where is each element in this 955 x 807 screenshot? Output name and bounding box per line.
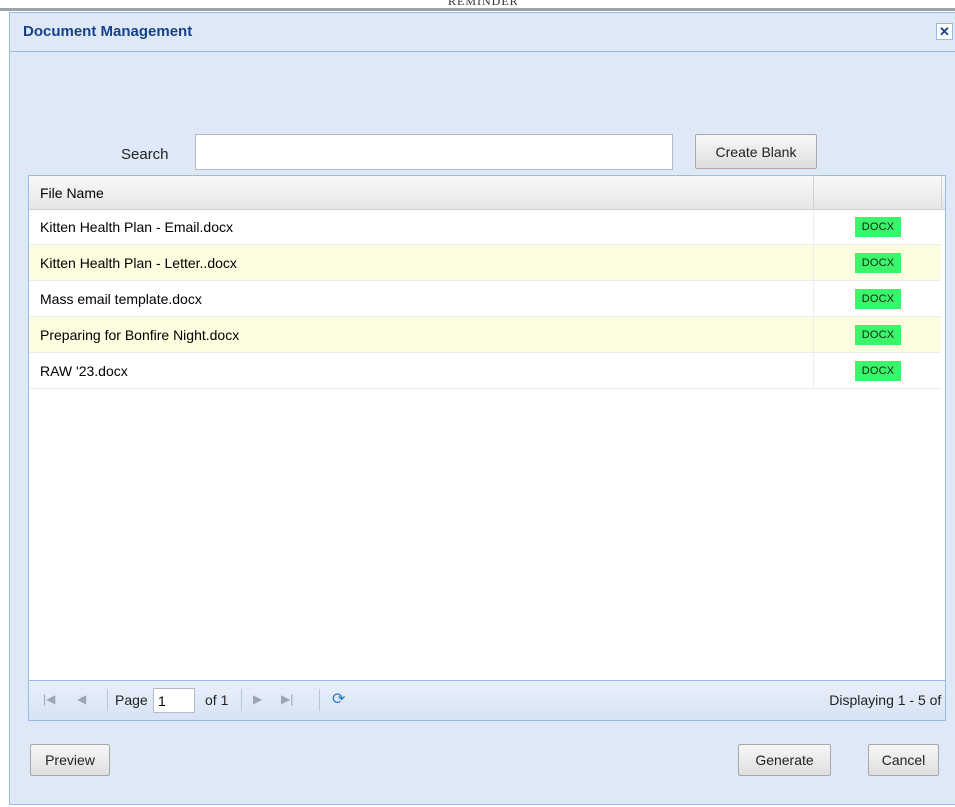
table-row[interactable]: RAW '23.docx DOCX (29, 353, 941, 389)
document-management-dialog: Document Management ✕ Search Create Blan… (9, 12, 955, 805)
file-name-cell: RAW '23.docx (40, 363, 128, 379)
refresh-icon[interactable]: ⟳ (332, 689, 345, 709)
table-row[interactable]: Kitten Health Plan - Letter..docx DOCX (29, 245, 941, 281)
docx-badge[interactable]: DOCX (855, 361, 901, 381)
title-divider (10, 51, 955, 52)
grid-rows: Kitten Health Plan - Email.docx DOCX Kit… (29, 209, 941, 389)
toolbar-separator (319, 689, 320, 711)
table-row[interactable]: Mass email template.docx DOCX (29, 281, 941, 317)
generate-button[interactable]: Generate (738, 744, 831, 776)
toolbar-separator (241, 689, 242, 711)
documents-grid: File Name Kitten Health Plan - Email.doc… (28, 175, 946, 721)
display-info: Displaying 1 - 5 of 5 (829, 692, 946, 708)
dialog-title: Document Management (23, 23, 193, 40)
docx-badge[interactable]: DOCX (855, 325, 901, 345)
dialog-title-bar[interactable]: Document Management ✕ (10, 13, 955, 51)
grid-header: File Name (29, 176, 945, 210)
file-name-cell: Kitten Health Plan - Email.docx (40, 219, 233, 235)
prev-page-icon[interactable]: ◀ (77, 692, 86, 706)
cell-divider (813, 281, 814, 316)
cancel-button[interactable]: Cancel (868, 744, 939, 776)
file-name-cell: Preparing for Bonfire Night.docx (40, 327, 240, 343)
toolbar-separator (107, 689, 108, 711)
page-label: Page (115, 692, 148, 708)
first-page-icon[interactable]: |◀ (43, 692, 55, 706)
column-divider (813, 176, 814, 209)
search-input[interactable] (195, 134, 673, 170)
cell-divider (813, 317, 814, 352)
next-page-icon[interactable]: ▶ (253, 692, 262, 706)
paging-toolbar: |◀ ◀ Page of 1 ▶ ▶| ⟳ Displaying 1 - 5 o… (29, 680, 945, 720)
create-blank-button[interactable]: Create Blank (695, 134, 817, 169)
close-icon[interactable]: ✕ (936, 23, 953, 40)
background-text: REMINDER (448, 0, 519, 8)
column-header-file-name[interactable]: File Name (40, 185, 104, 201)
docx-badge[interactable]: DOCX (855, 289, 901, 309)
cell-divider (813, 353, 814, 388)
table-row[interactable]: Preparing for Bonfire Night.docx DOCX (29, 317, 941, 353)
preview-button[interactable]: Preview (30, 744, 110, 776)
docx-badge[interactable]: DOCX (855, 253, 901, 273)
cell-divider (813, 209, 814, 244)
cell-divider (813, 245, 814, 280)
page-number-input[interactable] (153, 688, 195, 713)
last-page-icon[interactable]: ▶| (281, 692, 293, 706)
page-count-label: of 1 (205, 692, 229, 708)
docx-badge[interactable]: DOCX (855, 217, 901, 237)
file-name-cell: Mass email template.docx (40, 291, 202, 307)
background-strip: REMINDER (0, 0, 955, 12)
table-row[interactable]: Kitten Health Plan - Email.docx DOCX (29, 209, 941, 245)
file-name-cell: Kitten Health Plan - Letter..docx (40, 255, 237, 271)
column-divider (941, 176, 942, 209)
search-label: Search (121, 146, 169, 163)
